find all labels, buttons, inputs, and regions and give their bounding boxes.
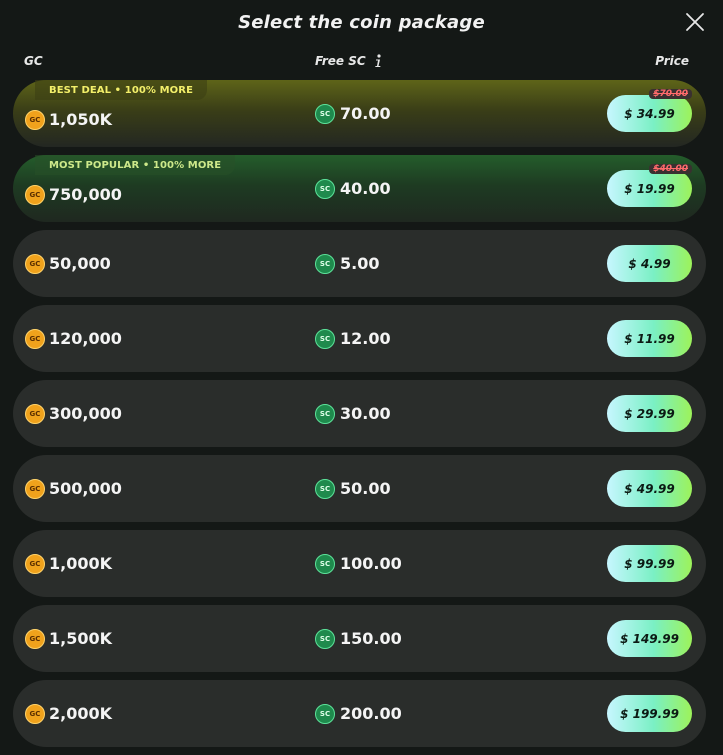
gc-amount: GC 1,500K	[25, 605, 112, 672]
sweeps-coin-icon: SC	[315, 328, 335, 349]
gold-coin-icon: GC	[25, 328, 45, 349]
package-row[interactable]: GC 2,000K SC 200.00 $ 199.99	[13, 680, 706, 747]
gc-amount: GC 50,000	[25, 230, 111, 297]
gc-amount: GC 500,000	[25, 455, 122, 522]
gc-amount-value: 750,000	[49, 185, 122, 204]
package-row[interactable]: MOST POPULAR • 100% MORE GC 750,000 SC 4…	[13, 155, 706, 222]
sc-amount-value: 30.00	[340, 404, 391, 423]
price-label: $ 149.99	[620, 631, 679, 646]
gc-amount-value: 500,000	[49, 479, 122, 498]
sc-amount: SC 12.00	[315, 305, 391, 372]
package-list: BEST DEAL • 100% MORE GC 1,050K SC 70.00…	[13, 80, 706, 755]
sweeps-coin-icon: SC	[315, 553, 335, 574]
package-row[interactable]: GC 1,500K SC 150.00 $ 149.99	[13, 605, 706, 672]
price-label: $ 29.99	[624, 406, 675, 421]
dialog-header: Select the coin package	[0, 0, 723, 44]
sweeps-coin-icon: SC	[315, 478, 335, 499]
sc-amount-value: 150.00	[340, 629, 402, 648]
gc-amount-value: 2,000K	[49, 704, 113, 723]
close-icon[interactable]	[685, 12, 705, 32]
price-label: $ 199.99	[620, 706, 679, 721]
sc-amount: SC 40.00	[315, 155, 391, 222]
gc-amount: GC 1,050K	[25, 86, 112, 153]
gc-amount-value: 1,000K	[49, 554, 113, 573]
sc-amount: SC 50.00	[315, 455, 391, 522]
sweeps-coin-icon: SC	[315, 628, 335, 649]
sweeps-coin-icon: SC	[315, 178, 335, 199]
gold-coin-icon: GC	[25, 253, 45, 274]
gc-amount-value: 1,050K	[49, 110, 113, 129]
sweeps-coin-icon: SC	[315, 703, 335, 724]
buy-button[interactable]: $ 11.99	[607, 320, 692, 357]
buy-button[interactable]: $ 34.99 $70.00	[607, 89, 692, 132]
package-row[interactable]: GC 120,000 SC 12.00 $ 11.99	[13, 305, 706, 372]
price-label: $ 34.99	[624, 106, 675, 121]
price-label: $ 19.99	[624, 181, 675, 196]
sc-amount: SC 30.00	[315, 380, 391, 447]
buy-button[interactable]: $ 19.99 $40.00	[607, 164, 692, 207]
sc-amount-value: 40.00	[340, 179, 391, 198]
gc-amount: GC 1,000K	[25, 530, 112, 597]
buy-button[interactable]: $ 149.99	[607, 620, 692, 657]
gc-amount: GC 2,000K	[25, 680, 112, 747]
sc-amount-value: 100.00	[340, 554, 402, 573]
gold-coin-icon: GC	[25, 703, 45, 724]
sc-amount-value: 70.00	[340, 104, 391, 123]
gold-coin-icon: GC	[25, 109, 45, 130]
sc-amount: SC 70.00	[315, 80, 391, 147]
gold-coin-icon: GC	[25, 553, 45, 574]
old-price: $40.00	[649, 164, 692, 174]
old-price: $70.00	[649, 89, 692, 99]
gold-coin-icon: GC	[25, 403, 45, 424]
buy-button[interactable]: $ 99.99	[607, 545, 692, 582]
sweeps-coin-icon: SC	[315, 103, 335, 124]
gc-amount: GC 750,000	[25, 161, 122, 228]
buy-button[interactable]: $ 29.99	[607, 395, 692, 432]
package-row[interactable]: GC 50,000 SC 5.00 $ 4.99	[13, 230, 706, 297]
gc-amount-value: 120,000	[49, 329, 122, 348]
info-icon[interactable]	[372, 54, 384, 68]
sc-amount: SC 200.00	[315, 680, 402, 747]
sc-amount: SC 100.00	[315, 530, 402, 597]
gc-amount: GC 120,000	[25, 305, 122, 372]
gold-coin-icon: GC	[25, 628, 45, 649]
package-row[interactable]: BEST DEAL • 100% MORE GC 1,050K SC 70.00…	[13, 80, 706, 147]
column-header-price: Price	[655, 54, 689, 68]
sc-amount-value: 50.00	[340, 479, 391, 498]
column-header-free-sc-label: Free SC	[315, 54, 366, 68]
gc-amount: GC 300,000	[25, 380, 122, 447]
buy-button[interactable]: $ 4.99	[607, 245, 692, 282]
price-label: $ 11.99	[624, 331, 675, 346]
sc-amount-value: 5.00	[340, 254, 380, 273]
package-row[interactable]: GC 500,000 SC 50.00 $ 49.99	[13, 455, 706, 522]
price-label: $ 49.99	[624, 481, 675, 496]
sc-amount: SC 150.00	[315, 605, 402, 672]
sc-amount: SC 5.00	[315, 230, 379, 297]
sweeps-coin-icon: SC	[315, 253, 335, 274]
gold-coin-icon: GC	[25, 478, 45, 499]
gc-amount-value: 1,500K	[49, 629, 113, 648]
package-row[interactable]: GC 300,000 SC 30.00 $ 29.99	[13, 380, 706, 447]
column-header-free-sc: Free SC	[315, 54, 384, 68]
sweeps-coin-icon: SC	[315, 403, 335, 424]
price-label: $ 4.99	[628, 256, 671, 271]
gold-coin-icon: GC	[25, 184, 45, 205]
sc-amount-value: 12.00	[340, 329, 391, 348]
dialog-title: Select the coin package	[238, 11, 485, 33]
price-label: $ 99.99	[624, 556, 675, 571]
gc-amount-value: 300,000	[49, 404, 122, 423]
column-header-gc: GC	[24, 54, 43, 68]
buy-button[interactable]: $ 49.99	[607, 470, 692, 507]
gc-amount-value: 50,000	[49, 254, 111, 273]
package-row[interactable]: GC 1,000K SC 100.00 $ 99.99	[13, 530, 706, 597]
buy-button[interactable]: $ 199.99	[607, 695, 692, 732]
sc-amount-value: 200.00	[340, 704, 402, 723]
